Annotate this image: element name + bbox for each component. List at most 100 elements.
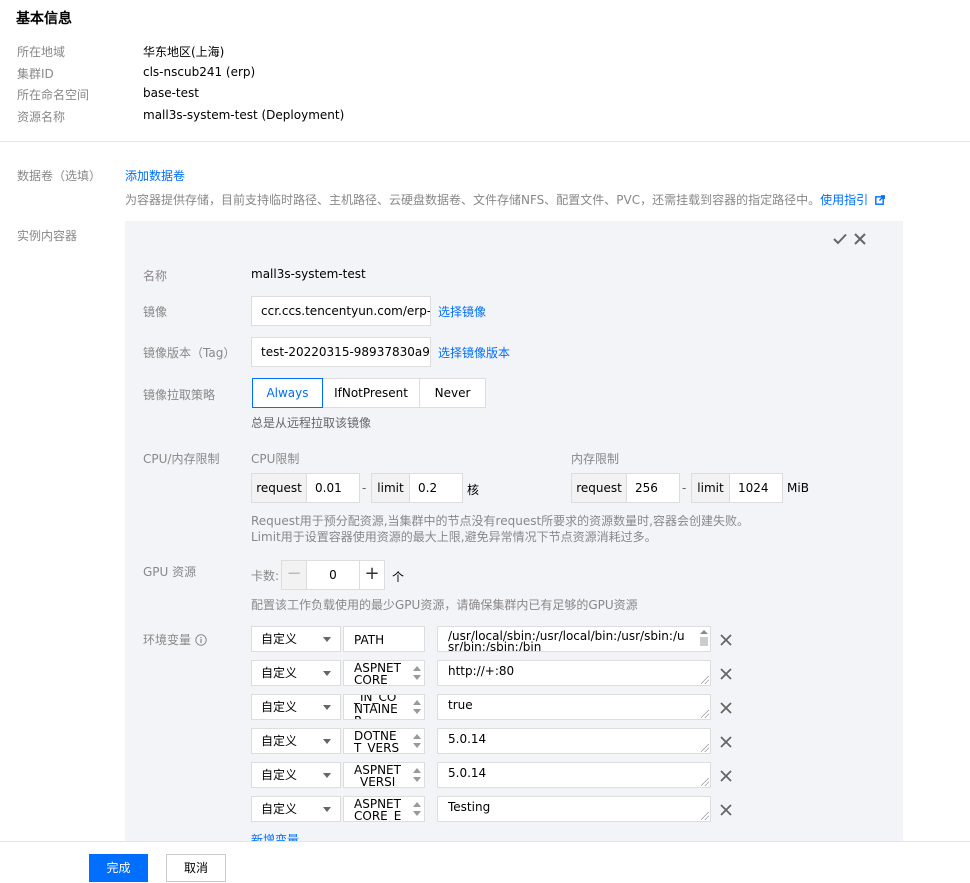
- env-value-text: /usr/local/sbin:/usr/local/bin:/usr/sbin…: [448, 629, 685, 652]
- env-key-input[interactable]: DOTNET_VERSION: [343, 728, 425, 754]
- tag-input[interactable]: test-20220315-98937830a9020ae: [251, 337, 431, 367]
- external-link-icon[interactable]: [875, 195, 885, 205]
- remove-env-icon[interactable]: [719, 735, 733, 749]
- section-divider: [0, 141, 970, 142]
- gpu-increment-button[interactable]: +: [359, 560, 385, 590]
- image-input[interactable]: ccr.ccs.tencentyun.com/erp-base-: [251, 296, 431, 326]
- gpu-decrement-button[interactable]: −: [281, 560, 307, 590]
- cpu-limit-input[interactable]: 0.2: [409, 473, 463, 503]
- env-type-select[interactable]: 自定义: [251, 626, 341, 652]
- name-label: 名称: [143, 269, 168, 283]
- region-value: 华东地区(上海): [143, 45, 225, 59]
- usage-guide-link[interactable]: 使用指引: [820, 193, 868, 207]
- mem-request-input[interactable]: 256: [626, 473, 680, 503]
- chevron-down-icon: [323, 637, 331, 642]
- info-icon[interactable]: [195, 634, 207, 646]
- cancel-button[interactable]: 取消: [166, 854, 226, 882]
- env-type-value: 自定义: [261, 734, 298, 748]
- env-key-input[interactable]: _IN_CONTAINER: [343, 694, 425, 720]
- spinner-icon[interactable]: [410, 797, 424, 821]
- cpu-dash: -: [362, 481, 367, 495]
- env-type-select[interactable]: 自定义: [251, 796, 341, 822]
- gpu-count-label: 卡数:: [251, 569, 280, 583]
- resize-handle-icon[interactable]: [701, 710, 709, 718]
- env-type-select[interactable]: 自定义: [251, 728, 341, 754]
- cpu-request-input[interactable]: 0.01: [306, 473, 360, 503]
- done-button[interactable]: 完成: [89, 854, 148, 882]
- limit-hint: Limit用于设置容器使用资源的最大上限,避免异常情况下节点资源消耗过多。: [251, 530, 657, 544]
- remove-env-icon[interactable]: [719, 667, 733, 681]
- remove-env-icon[interactable]: [719, 803, 733, 817]
- gpu-count-input[interactable]: 0: [306, 560, 360, 590]
- env-value-input[interactable]: 5.0.14: [437, 728, 711, 754]
- spinner-icon[interactable]: [410, 763, 424, 787]
- chevron-down-icon: [323, 705, 331, 710]
- spinner-icon[interactable]: [410, 695, 424, 719]
- env-key-text: ASPNETCORE_URL: [354, 661, 401, 686]
- chevron-down-icon: [323, 807, 331, 812]
- env-type-value: 自定义: [261, 700, 298, 714]
- env-key-input[interactable]: ASPNET_VERSION: [343, 762, 425, 788]
- env-value-text: Testing: [448, 800, 491, 814]
- env-value-text: true: [448, 698, 473, 712]
- env-value-text: 5.0.14: [448, 732, 487, 746]
- gpu-label: GPU 资源: [143, 565, 197, 579]
- remove-env-icon[interactable]: [719, 769, 733, 783]
- region-label: 所在地域: [17, 45, 66, 59]
- env-key-input[interactable]: ASPNETCORE_URL: [343, 660, 425, 686]
- env-value-input[interactable]: Testing: [437, 796, 711, 822]
- env-value-text: 5.0.14: [448, 766, 487, 780]
- resize-handle-icon[interactable]: [701, 744, 709, 752]
- close-icon[interactable]: [854, 233, 866, 245]
- scroll-arrows-icon[interactable]: [700, 629, 708, 649]
- pull-policy-hint: 总是从远程拉取该镜像: [251, 416, 372, 430]
- mem-limit-title: 内存限制: [571, 452, 620, 466]
- resize-handle-icon[interactable]: [701, 676, 709, 684]
- resource-name-label: 资源名称: [17, 110, 66, 124]
- env-value-input[interactable]: /usr/local/sbin:/usr/local/bin:/usr/sbin…: [437, 626, 711, 652]
- cpu-request-addon: request: [251, 473, 307, 503]
- pull-policy-label: 镜像拉取策略: [143, 388, 216, 402]
- select-image-link[interactable]: 选择镜像: [438, 303, 486, 320]
- cluster-id-label: 集群ID: [17, 67, 54, 81]
- env-value-input[interactable]: http://+:80: [437, 660, 711, 686]
- env-type-value: 自定义: [261, 632, 298, 646]
- spinner-icon[interactable]: [410, 661, 424, 685]
- volume-description-text: 为容器提供存储，目前支持临时路径、主机路径、云硬盘数据卷、文件存储NFS、配置文…: [125, 193, 821, 207]
- pull-policy-group: Always IfNotPresent Never: [252, 378, 486, 408]
- env-type-value: 自定义: [261, 768, 298, 782]
- env-key-text: PATH: [354, 633, 385, 647]
- mem-limit-addon: limit: [691, 473, 730, 503]
- env-key-text: ASPNET_VERSION: [354, 763, 401, 788]
- remove-env-icon[interactable]: [719, 701, 733, 715]
- env-type-select[interactable]: 自定义: [251, 660, 341, 686]
- tag-label: 镜像版本（Tag）: [143, 346, 236, 360]
- env-label-text: 环境变量: [143, 633, 192, 647]
- namespace-label: 所在命名空间: [17, 88, 90, 102]
- env-type-select[interactable]: 自定义: [251, 694, 341, 720]
- env-type-select[interactable]: 自定义: [251, 762, 341, 788]
- remove-env-icon[interactable]: [719, 633, 733, 647]
- add-volume-link[interactable]: 添加数据卷: [125, 167, 185, 184]
- env-key-input[interactable]: PATH: [343, 626, 425, 652]
- env-key-text: ASPNETCORE_ENV: [354, 797, 402, 822]
- resize-handle-icon[interactable]: [701, 812, 709, 820]
- env-type-value: 自定义: [261, 666, 298, 680]
- mem-limit-input[interactable]: 1024: [729, 473, 783, 503]
- chevron-down-icon: [323, 739, 331, 744]
- select-tag-link[interactable]: 选择镜像版本: [438, 344, 510, 361]
- spinner-icon[interactable]: [410, 729, 424, 753]
- page-title: 基本信息: [16, 11, 72, 27]
- env-value-input[interactable]: true: [437, 694, 711, 720]
- env-label: 环境变量: [143, 631, 207, 648]
- check-icon[interactable]: [833, 233, 847, 245]
- env-key-input[interactable]: ASPNETCORE_ENV: [343, 796, 425, 822]
- volume-description: 为容器提供存储，目前支持临时路径、主机路径、云硬盘数据卷、文件存储NFS、配置文…: [125, 191, 885, 208]
- pull-always-option[interactable]: Always: [252, 378, 323, 408]
- pull-ifnotpresent-option[interactable]: IfNotPresent: [322, 378, 420, 408]
- env-value-input[interactable]: 5.0.14: [437, 762, 711, 788]
- chevron-down-icon: [323, 671, 331, 676]
- namespace-value: base-test: [143, 86, 199, 100]
- resize-handle-icon[interactable]: [701, 778, 709, 786]
- pull-never-option[interactable]: Never: [419, 378, 486, 408]
